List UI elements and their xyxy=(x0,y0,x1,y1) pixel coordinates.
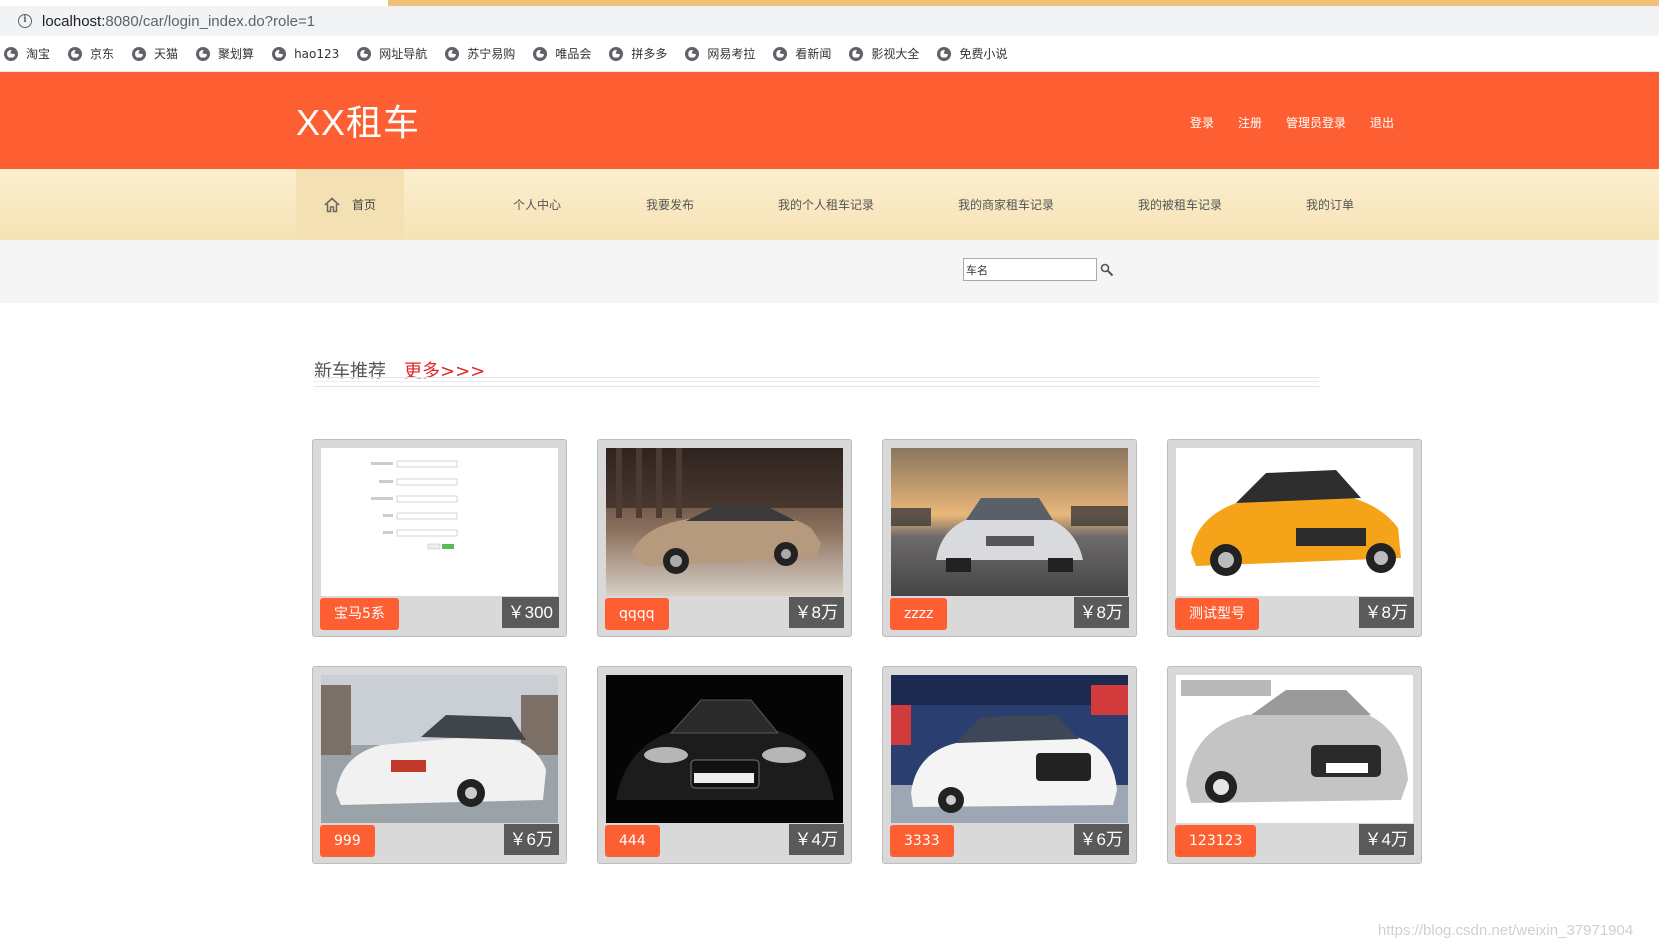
car-name: 测试型号 xyxy=(1175,598,1259,630)
car-price: ￥4万 xyxy=(1358,824,1414,855)
car-name: 123123 xyxy=(1175,825,1257,857)
car-name: zzzz xyxy=(890,598,948,630)
info-icon[interactable]: i xyxy=(18,14,32,28)
bookmark-item[interactable]: 拼多多 xyxy=(609,45,667,62)
main-nav: 首页 个人中心 我要发布 我的个人租车记录 我的商家租车记录 我的被租车记录 我… xyxy=(0,169,1659,240)
car-price: ￥8万 xyxy=(788,597,844,628)
nav-item-rented-records[interactable]: 我的被租车记录 xyxy=(1138,196,1222,213)
bookmark-item[interactable]: 免费小说 xyxy=(937,45,1007,62)
car-name: 宝马5系 xyxy=(320,598,399,630)
bookmark-item[interactable]: 聚划算 xyxy=(196,45,254,62)
globe-icon xyxy=(196,46,211,61)
bookmark-item[interactable]: 淘宝 xyxy=(4,45,50,62)
admin-login-link[interactable]: 管理员登录 xyxy=(1286,114,1346,131)
nav-item-publish[interactable]: 我要发布 xyxy=(646,196,694,213)
car-price: ￥300 xyxy=(501,597,559,628)
car-image xyxy=(891,675,1128,823)
globe-icon xyxy=(357,46,372,61)
bookmark-item[interactable]: 网址导航 xyxy=(357,45,427,62)
car-card[interactable]: qqqq ￥8万 xyxy=(597,439,852,637)
address-bar[interactable]: i localhost:8080/car/login_index.do?role… xyxy=(0,6,1659,36)
search-band xyxy=(0,240,1659,303)
bookmark-item[interactable]: 天猫 xyxy=(132,45,178,62)
url-text[interactable]: localhost:8080/car/login_index.do?role=1 xyxy=(42,13,315,30)
car-image xyxy=(606,675,843,823)
bookmark-item[interactable]: 京东 xyxy=(68,45,114,62)
car-card[interactable]: 999 ￥6万 xyxy=(312,666,567,864)
car-card[interactable]: 444 ￥4万 xyxy=(597,666,852,864)
globe-icon xyxy=(937,46,952,61)
car-price: ￥6万 xyxy=(503,824,559,855)
bookmark-item[interactable]: 唯品会 xyxy=(533,45,591,62)
bookmark-item[interactable]: hao123 xyxy=(272,46,339,61)
bookmark-item[interactable]: 苏宁易购 xyxy=(445,45,515,62)
globe-icon xyxy=(272,46,287,61)
login-link[interactable]: 登录 xyxy=(1190,114,1214,131)
globe-icon xyxy=(533,46,548,61)
car-image xyxy=(321,448,558,596)
car-price: ￥6万 xyxy=(1073,824,1129,855)
globe-icon xyxy=(132,46,147,61)
bookmark-item[interactable]: 看新闻 xyxy=(773,45,831,62)
nav-home[interactable]: 首页 xyxy=(296,169,404,240)
globe-icon xyxy=(685,46,700,61)
nav-item-my-orders[interactable]: 我的订单 xyxy=(1306,196,1354,213)
globe-icon xyxy=(445,46,460,61)
car-card[interactable]: 123123 ￥4万 xyxy=(1167,666,1422,864)
bookmark-item[interactable]: 影视大全 xyxy=(849,45,919,62)
bookmark-item[interactable]: 网易考拉 xyxy=(685,45,755,62)
watermark: https://blog.csdn.net/weixin_37971904 xyxy=(1378,922,1634,939)
globe-icon xyxy=(773,46,788,61)
car-card[interactable]: 3333 ￥6万 xyxy=(882,666,1137,864)
car-card[interactable]: zzzz ￥8万 xyxy=(882,439,1137,637)
section-divider xyxy=(314,377,1319,387)
logout-link[interactable]: 退出 xyxy=(1370,114,1394,131)
car-price: ￥4万 xyxy=(788,824,844,855)
car-image xyxy=(1176,448,1413,596)
car-card[interactable]: 宝马5系 ￥300 xyxy=(312,439,567,637)
car-price: ￥8万 xyxy=(1073,597,1129,628)
car-image xyxy=(606,448,843,596)
nav-item-merchant-rentals[interactable]: 我的商家租车记录 xyxy=(958,196,1054,213)
site-logo[interactable]: XX租车 xyxy=(296,94,420,146)
top-links: 登录 注册 管理员登录 退出 xyxy=(1166,114,1394,131)
car-name-search-input[interactable] xyxy=(963,258,1097,281)
nav-item-personal-center[interactable]: 个人中心 xyxy=(513,196,561,213)
car-card[interactable]: 测试型号 ￥8万 xyxy=(1167,439,1422,637)
car-name: 444 xyxy=(605,825,660,857)
globe-icon xyxy=(849,46,864,61)
globe-icon xyxy=(68,46,83,61)
globe-icon xyxy=(4,46,18,61)
car-image xyxy=(891,448,1128,596)
home-icon xyxy=(324,196,340,212)
car-price: ￥8万 xyxy=(1358,597,1414,628)
car-image xyxy=(1176,675,1413,823)
nav-home-label: 首页 xyxy=(351,198,376,212)
car-name: 999 xyxy=(320,825,375,857)
site-header: XX租车 登录 注册 管理员登录 退出 xyxy=(0,72,1659,169)
search-icon[interactable] xyxy=(1100,263,1114,277)
car-image xyxy=(321,675,558,823)
nav-item-personal-rentals[interactable]: 我的个人租车记录 xyxy=(778,196,874,213)
register-link[interactable]: 注册 xyxy=(1238,114,1262,131)
globe-icon xyxy=(609,46,624,61)
bookmarks-bar: 淘宝 京东 天猫 聚划算 hao123 网址导航 苏宁易购 唯品会 拼多多 网易… xyxy=(0,36,1659,72)
car-name: 3333 xyxy=(890,825,954,857)
car-name: qqqq xyxy=(605,598,669,630)
